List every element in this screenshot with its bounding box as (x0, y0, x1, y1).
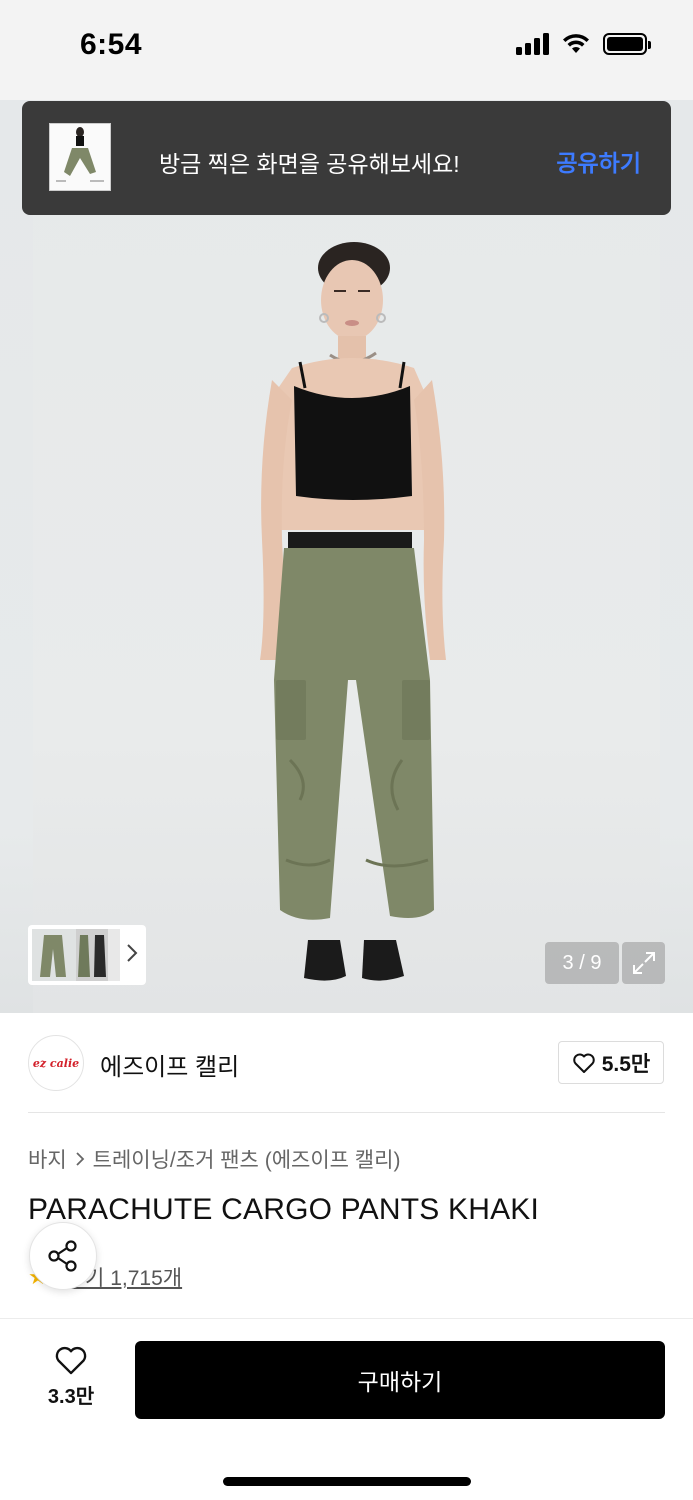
thumbnail-images (32, 929, 120, 981)
chevron-right-icon (76, 1152, 84, 1166)
battery-icon (603, 33, 651, 55)
share-icon (48, 1240, 77, 1272)
product-image-gallery[interactable] (0, 100, 693, 1013)
purchase-bar: 3.3만 구매하기 (0, 1318, 693, 1500)
brand-logo-text: ez calie (32, 1056, 80, 1070)
wishlist-count: 3.3만 (47, 1386, 95, 1408)
screenshot-thumbnail[interactable] (49, 123, 111, 191)
brand-row[interactable]: ez calie 에즈이프 캘리 5.5만 (0, 1013, 693, 1113)
model-photo (260, 242, 446, 981)
share-screenshot-toast: 방금 찍은 화면을 공유해보세요! 공유하기 (22, 101, 671, 215)
home-indicator[interactable] (223, 1477, 471, 1486)
heart-icon (572, 1053, 595, 1073)
chevron-right-icon (127, 944, 138, 962)
share-button[interactable]: 공유하기 (556, 144, 641, 178)
brand-logo[interactable]: ez calie (28, 1035, 84, 1091)
heart-icon (55, 1346, 87, 1375)
breadcrumb-subcategory[interactable]: 트레이닝/조거 팬츠 (에즈이프 캘리) (93, 1144, 401, 1174)
cellular-signal-icon (516, 33, 549, 55)
brand-name[interactable]: 에즈이프 캘리 (100, 1047, 239, 1082)
wishlist-button[interactable]: 3.3만 (36, 1345, 106, 1409)
product-title: PARACHUTE CARGO PANTS KHAKI (28, 1193, 540, 1226)
image-counter: 3 / 9 (545, 942, 619, 984)
toast-message: 방금 찍은 화면을 공유해보세요! (159, 151, 460, 177)
buy-button[interactable]: 구매하기 (135, 1341, 665, 1419)
expand-image-button[interactable] (622, 942, 665, 984)
wifi-icon (563, 34, 589, 53)
product-detail-screen: 6:54 방금 찍은 화면을 공유해보세요! 공유하기 3 / 9 ez cal… (0, 0, 693, 1500)
breadcrumb: 바지 트레이닝/조거 팬츠 (에즈이프 캘리) (28, 1144, 400, 1174)
status-time: 6:54 (80, 28, 143, 61)
breadcrumb-category[interactable]: 바지 (28, 1144, 67, 1174)
floating-share-button[interactable] (29, 1222, 97, 1290)
expand-icon (632, 952, 655, 974)
divider (28, 1112, 665, 1113)
image-thumbnail-strip[interactable] (28, 925, 146, 985)
brand-like-button[interactable]: 5.5만 (558, 1041, 664, 1084)
brand-like-count: 5.5만 (601, 1052, 651, 1076)
status-bar: 6:54 (0, 0, 693, 100)
status-icons (516, 33, 651, 55)
